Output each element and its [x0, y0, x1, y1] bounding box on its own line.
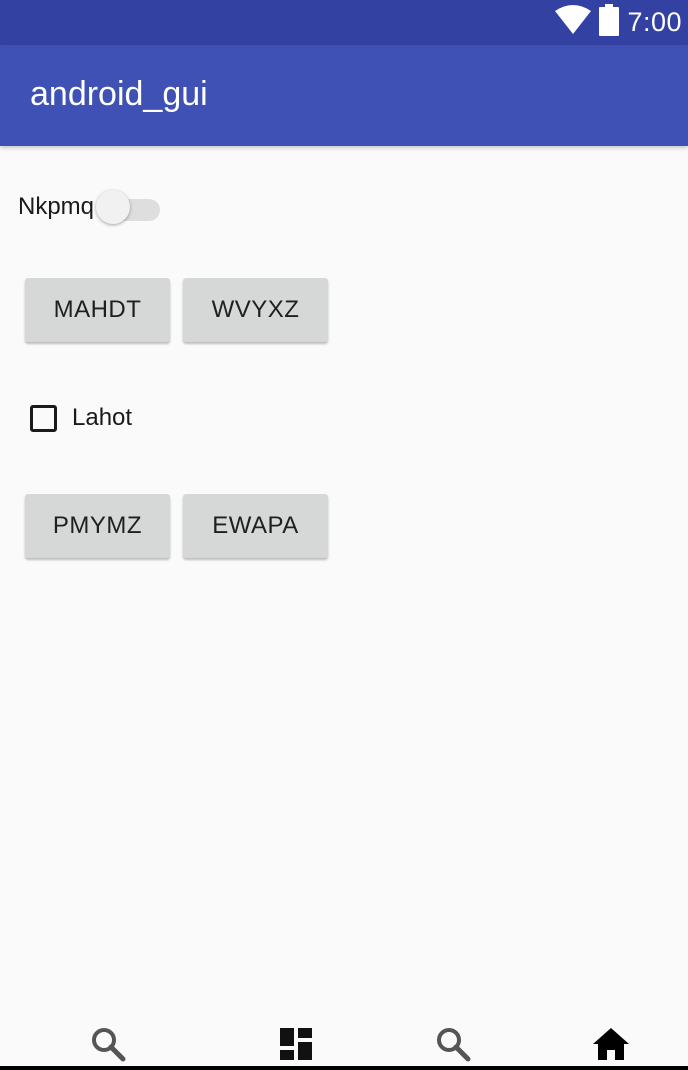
- bottom-edge: [0, 1066, 688, 1070]
- nav-search-1[interactable]: [88, 1024, 128, 1064]
- pmymz-button[interactable]: PMYMZ: [25, 494, 170, 558]
- bottom-navigation: [0, 1010, 688, 1066]
- checkbox-label: Lahot: [72, 404, 133, 431]
- mahdt-button[interactable]: MAHDT: [25, 278, 170, 342]
- status-time: 7:00: [627, 7, 682, 37]
- wvyxz-button[interactable]: WVYXZ: [183, 278, 328, 342]
- home-icon: [593, 1028, 629, 1060]
- status-icons: 7:00: [555, 0, 682, 45]
- nav-dashboard[interactable]: [276, 1024, 316, 1064]
- app-title: android_gui: [30, 75, 208, 113]
- app-bar: android_gui: [0, 45, 688, 146]
- battery-icon: [599, 4, 620, 41]
- toggle-switch[interactable]: [96, 188, 161, 226]
- wifi-icon: [555, 5, 592, 40]
- nav-home[interactable]: [591, 1024, 631, 1064]
- dashboard-icon: [280, 1028, 312, 1060]
- switch-thumb: [96, 190, 131, 224]
- ewapa-button[interactable]: EWAPA: [183, 494, 328, 558]
- nav-search-2[interactable]: [433, 1024, 473, 1064]
- search-icon: [437, 1028, 471, 1062]
- checkbox[interactable]: [30, 404, 57, 432]
- nkpmq-switch-row[interactable]: Nkpmq: [18, 188, 161, 226]
- search-icon: [92, 1028, 126, 1062]
- lahot-checkbox-row[interactable]: Lahot: [30, 400, 132, 436]
- switch-label: Nkpmq: [18, 193, 95, 220]
- status-bar: 7:00: [0, 0, 688, 45]
